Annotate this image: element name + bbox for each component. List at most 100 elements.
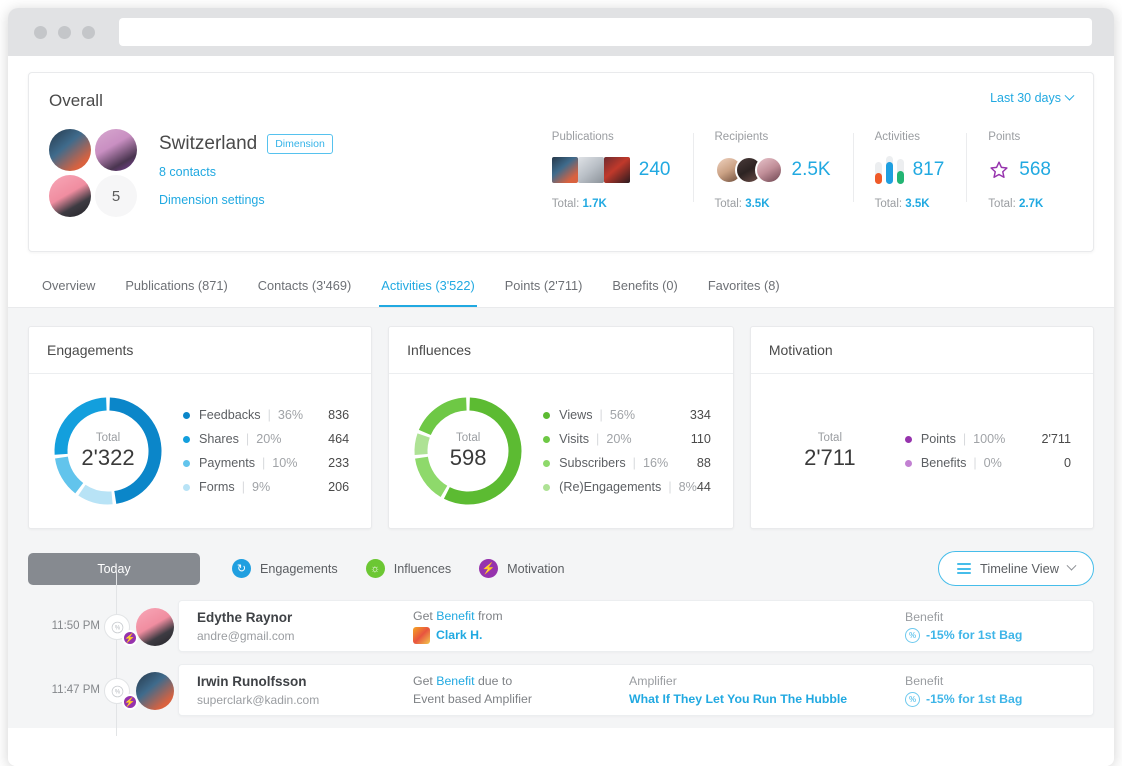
legend-separator: | <box>973 456 977 470</box>
card-title: Motivation <box>750 327 1094 374</box>
legend-row[interactable]: Benefits | 0% 0 <box>904 456 1077 470</box>
avatar <box>136 672 174 710</box>
tab-overview[interactable]: Overview <box>40 266 97 307</box>
legend-color-dot <box>543 411 551 419</box>
legend-color-dot <box>183 435 190 443</box>
legend-label: Feedbacks <box>199 408 261 422</box>
stat-label: Points <box>988 131 1021 143</box>
svg-text:%: % <box>114 625 120 631</box>
legend-row[interactable]: Visits | 20% 110 <box>543 432 717 446</box>
tab-contacts[interactable]: Contacts (3'469) <box>256 266 354 307</box>
stat-activities: Activities 817 Total: 3.5K <box>852 131 967 210</box>
legend-row[interactable]: (Re)Engagements | 8% 44 <box>543 480 717 494</box>
tab-publications[interactable]: Publications (871) <box>123 266 229 307</box>
contacts-link[interactable]: 8 contacts <box>159 165 333 179</box>
timeline-action: Get Benefit from Clark H. <box>413 609 629 644</box>
legend-influences[interactable]: ☼ Influences <box>365 559 451 578</box>
legend-value: 836 <box>328 408 350 422</box>
tab-activities[interactable]: Activities (3'522) <box>379 266 477 307</box>
minimize-window-dot[interactable] <box>58 25 71 39</box>
tab-benefits[interactable]: Benefits (0) <box>610 266 679 307</box>
legend-separator: | <box>599 408 603 422</box>
card-motivation: Motivation Total 2'711 Points | 100% 2'7… <box>749 326 1095 529</box>
amplifier-value[interactable]: What If They Let You Run The Hubble <box>629 692 889 706</box>
stat-publications: Publications 240 Total: 1.7K <box>530 131 693 210</box>
stat-total: Total: 3.5K <box>714 198 770 210</box>
hamburger-icon <box>957 563 972 574</box>
benefit-title: Benefit <box>905 673 944 688</box>
view-label: Timeline View <box>980 561 1059 576</box>
close-window-dot[interactable] <box>34 25 47 39</box>
stat-value: 2.5K <box>791 159 831 180</box>
address-bar[interactable] <box>119 18 1092 46</box>
timeline-toolbar: Today ↻ Engagements ☼ Influences ⚡ Motiv… <box>28 551 1094 586</box>
overall-card: Overall Last 30 days 5 Switzerland Dimen <box>28 72 1094 252</box>
stat-label: Recipients <box>714 131 769 143</box>
legend-row[interactable]: Shares | 20% 464 <box>183 432 355 446</box>
legend-value: 44 <box>696 480 711 494</box>
legend-value: 2'711 <box>1041 432 1072 446</box>
timeline-benefit: Benefit % -15% for 1st Bag <box>905 610 1075 643</box>
stat-label: Publications <box>551 131 614 143</box>
activity-bars-icon <box>874 156 904 184</box>
action-prefix: Get <box>413 608 433 623</box>
legend-percent: 9% <box>251 480 271 494</box>
legend-engagements[interactable]: ↻ Engagements <box>232 559 338 578</box>
engagements-donut-chart: Total 2'322 <box>43 392 173 510</box>
motivation-donut-chart: Total 2'711 <box>765 392 895 510</box>
action-link[interactable]: Benefit <box>436 674 474 688</box>
benefit-value: -15% for 1st Bag <box>926 628 1023 642</box>
timeline-person: Edythe Raynor andre@gmail.com <box>197 610 413 643</box>
main-tabs: Overview Publications (871) Contacts (3'… <box>8 266 1114 308</box>
tab-favorites[interactable]: Favorites (8) <box>706 266 782 307</box>
engagements-icon: ↻ <box>232 559 251 578</box>
avatar-overflow-count[interactable]: 5 <box>95 175 137 217</box>
legend-value: 206 <box>328 480 350 494</box>
timeline-item-card[interactable]: Edythe Raynor andre@gmail.com Get Benefi… <box>178 600 1094 652</box>
bolt-icon: ⚡ <box>122 630 138 646</box>
chevron-down-icon <box>1064 90 1075 101</box>
legend-row[interactable]: Feedbacks | 36% 836 <box>183 408 355 422</box>
legend-percent: 16% <box>642 456 669 470</box>
legend-row[interactable]: Views | 56% 334 <box>543 408 717 422</box>
legend-label: Views <box>559 408 593 422</box>
timeline-view-selector[interactable]: Timeline View <box>938 551 1094 586</box>
legend-label: Points <box>920 432 956 446</box>
legend-row[interactable]: Forms | 9% 206 <box>183 480 355 494</box>
legend-separator: | <box>245 432 250 446</box>
stat-recipients: Recipients 2.5K Total: 3.5K <box>692 131 853 210</box>
date-range-selector[interactable]: Last 30 days <box>990 90 1075 105</box>
legend-separator: | <box>596 432 600 446</box>
action-link[interactable]: Benefit <box>436 609 474 623</box>
overall-header: Overall Last 30 days <box>49 90 1075 111</box>
legend-label: Payments <box>199 456 255 470</box>
person-name: Edythe Raynor <box>197 609 293 625</box>
legend-color-dot <box>904 435 912 443</box>
timeline-markers: % ⚡ <box>100 664 174 716</box>
donut-cards: Engagements Total 2'322 Feedbacks | 36% … <box>28 326 1095 529</box>
overall-body: 5 Switzerland Dimension 8 contacts Dimen… <box>49 129 1073 219</box>
legend-percent: 10% <box>272 456 298 470</box>
legend-motivation[interactable]: ⚡ Motivation <box>479 559 565 578</box>
percent-icon: % <box>905 691 920 707</box>
legend-percent: 100% <box>973 432 1006 446</box>
avatar-cluster: 5 <box>49 129 141 219</box>
action-target[interactable]: Clark H. <box>436 628 482 642</box>
maximize-window-dot[interactable] <box>82 25 95 39</box>
today-button[interactable]: Today <box>28 552 200 585</box>
legend-row[interactable]: Subscribers | 16% 88 <box>543 456 717 470</box>
tab-points[interactable]: Points (2'711) <box>503 266 585 307</box>
page-title: Overall <box>49 91 103 110</box>
legend-row[interactable]: Points | 100% 2'711 <box>904 432 1077 446</box>
legend-percent: 20% <box>606 432 632 446</box>
dimension-settings-link[interactable]: Dimension settings <box>159 193 333 207</box>
legend-row[interactable]: Payments | 10% 233 <box>183 456 355 470</box>
timeline-item-card[interactable]: Irwin Runolfsson superclark@kadin.com Ge… <box>178 664 1094 716</box>
legend-percent: 20% <box>256 432 282 446</box>
bolt-icon: ⚡ <box>122 694 138 710</box>
activities-panel: Engagements Total 2'322 Feedbacks | 36% … <box>8 308 1114 736</box>
card-influences: Influences Total 598 Views | 56% 334 Vis… <box>388 326 734 529</box>
legend-color-dot <box>904 459 912 467</box>
stat-total: Total: 3.5K <box>874 198 930 210</box>
legend-percent: 8% <box>678 480 697 494</box>
